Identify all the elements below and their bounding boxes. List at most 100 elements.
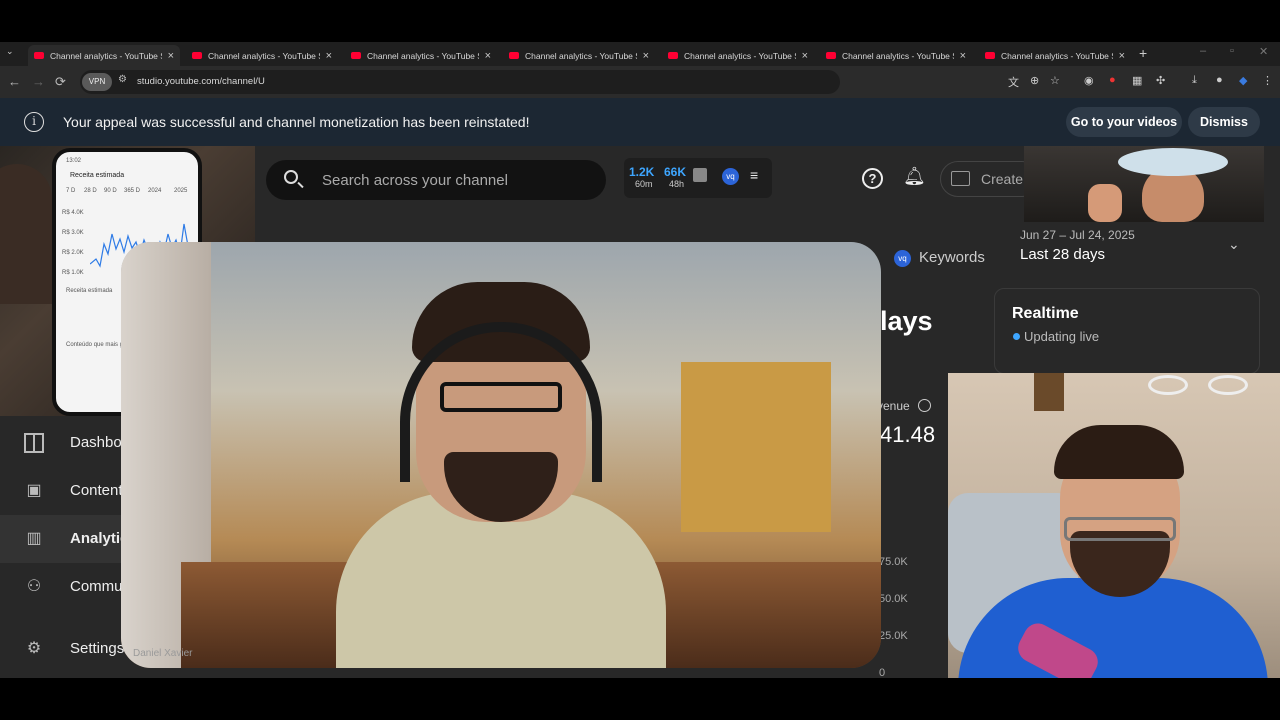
phone-y-tick: R$ 1.0K [62, 270, 84, 276]
tab-keywords[interactable]: vq Keywords [892, 244, 992, 272]
person-figure [0, 164, 52, 304]
browser-tab[interactable]: Channel analytics - YouTube Studio × [28, 45, 180, 66]
chevron-down-icon: ⌄ [1228, 236, 1240, 252]
dismiss-button[interactable]: Dismiss [1188, 107, 1260, 137]
help-icon[interactable]: ? [862, 168, 883, 189]
extension-icon[interactable]: ◉ [1084, 74, 1094, 87]
browser-tab[interactable]: Channel analytics - YouTube Studio × [186, 45, 338, 66]
go-to-videos-button[interactable]: Go to your videos [1066, 107, 1182, 137]
ring-light [1148, 375, 1188, 395]
vidiq-icon: vq [894, 250, 911, 267]
page-title: lays [880, 306, 933, 336]
realtime-status: Updating live [1024, 329, 1100, 344]
youtube-favicon-icon [509, 52, 519, 59]
star-icon[interactable]: ☆ [1050, 74, 1060, 87]
vidiq-icon[interactable]: vq [722, 168, 739, 185]
phone-y-tick: R$ 4.0K [62, 210, 84, 216]
browser-tab[interactable]: Channel analytics - YouTube Studio × [503, 45, 655, 66]
minimize-icon[interactable]: – [1200, 45, 1206, 57]
realtime-stats-widget[interactable]: 1.2K 60m 66K 48h vq ≡ [624, 158, 772, 198]
youtube-favicon-icon [351, 52, 361, 59]
maximize-icon[interactable]: ▫ [1230, 45, 1234, 57]
left-sidebar: Dashboard ▣ Content ▥ Analytics ⚇ Commun… [0, 416, 146, 678]
tab-title: Channel analytics - YouTube Studio [367, 50, 479, 61]
back-arrow-icon[interactable]: ← [8, 74, 21, 89]
bar-chart-icon[interactable] [693, 168, 707, 182]
close-tab-icon[interactable]: × [960, 50, 966, 62]
browser-tab[interactable]: Channel analytics - YouTube Studio × [662, 45, 814, 66]
search-input[interactable] [322, 168, 592, 192]
close-window-icon[interactable]: ✕ [1259, 45, 1268, 58]
main-webcam-video: Daniel Xavier [121, 242, 881, 668]
zoom-icon[interactable]: ⊕ [1030, 74, 1039, 87]
shield-icon[interactable]: ◆ [1239, 74, 1247, 87]
y-axis-tick: 75.0K [879, 556, 908, 568]
reload-icon[interactable]: ⟳ [55, 74, 66, 90]
create-video-icon [951, 171, 970, 186]
puzzle-icon[interactable]: ✣ [1156, 74, 1165, 87]
phone-range: 28 D [84, 188, 97, 194]
tab-title: Channel analytics - YouTube Studio [684, 50, 796, 61]
y-axis-tick: 0 [879, 667, 886, 679]
date-range-picker[interactable]: Jun 27 – Jul 24, 2025 Last 28 days ⌄ [1010, 224, 1260, 268]
extension-icon[interactable]: ● [1109, 74, 1116, 86]
search-bar[interactable] [266, 160, 606, 200]
close-tab-icon[interactable]: × [802, 50, 808, 62]
bell-icon[interactable]: 🔔︎ [903, 166, 926, 187]
site-info-icon[interactable]: ⚙ [118, 74, 127, 85]
tab-keywords-label: Keywords [919, 249, 985, 266]
realtime-card[interactable]: Realtime Updating live [994, 288, 1260, 374]
youtube-favicon-icon [192, 52, 202, 59]
url-text[interactable]: studio.youtube.com/channel/U [137, 76, 265, 87]
live-dot-icon [1013, 333, 1020, 340]
tab-search-chevron-icon[interactable]: ⌄ [6, 46, 14, 57]
content-icon: ▣ [26, 482, 42, 499]
tab-title: Channel analytics - YouTube Studio [50, 50, 162, 61]
top-right-webcam [1024, 146, 1264, 222]
vpn-badge[interactable]: VPN [82, 73, 112, 91]
monetization-banner: i Your appeal was successful and channel… [0, 98, 1280, 146]
views-value: 1.2K [629, 165, 655, 179]
sidebar-item-community[interactable]: ⚇ Community [0, 563, 146, 611]
new-tab-plus-icon[interactable]: + [1139, 45, 1147, 61]
sidebar-item-dashboard[interactable]: Dashboard [0, 419, 143, 467]
y-axis-tick: 25.0K [879, 630, 908, 642]
cowboy-hat [1118, 148, 1228, 176]
close-tab-icon[interactable]: × [485, 50, 491, 62]
translate-icon[interactable]: 文 [1008, 74, 1019, 90]
close-tab-icon[interactable]: × [168, 50, 174, 62]
browser-tab[interactable]: Channel analytics - YouTube Studio × [979, 45, 1131, 66]
create-label: Create [981, 171, 1024, 187]
sidebar-item-content[interactable]: ▣ Content [0, 467, 122, 515]
close-tab-icon[interactable]: × [326, 50, 332, 62]
youtube-favicon-icon [34, 52, 44, 59]
tab-title: Channel analytics - YouTube Studio [525, 50, 637, 61]
close-tab-icon[interactable]: × [1119, 50, 1125, 62]
sidebar-item-settings[interactable]: ⚙ Settings [0, 625, 125, 673]
tab-title: Channel analytics - YouTube Studio [208, 50, 320, 61]
close-tab-icon[interactable]: × [643, 50, 649, 62]
phone-range: 365 D [124, 188, 141, 194]
browser-tab[interactable]: Channel analytics - YouTube Studio × [820, 45, 972, 66]
sidebar-item-analytics[interactable]: ▥ Analytics [0, 515, 137, 563]
extension-icon[interactable]: ▦ [1132, 74, 1142, 87]
youtube-favicon-icon [985, 52, 995, 59]
sidebar-item-label: Settings [70, 640, 125, 657]
kebab-menu-icon[interactable]: ⋮ [1262, 74, 1273, 87]
browser-tab[interactable]: Channel analytics - YouTube Studio × [345, 45, 497, 66]
forward-arrow-icon[interactable]: → [32, 74, 45, 89]
clock-icon [918, 399, 931, 412]
hamburger-menu-icon[interactable]: ≡ [750, 167, 758, 183]
background-building [681, 362, 831, 532]
right-webcam [948, 373, 1280, 678]
revenue-metric-label: venue [877, 399, 910, 413]
date-range-text: Jun 27 – Jul 24, 2025 [1020, 228, 1135, 242]
views-period: 60m [635, 179, 653, 189]
phone-range: 2024 [148, 188, 162, 194]
tab-title: Channel analytics - YouTube Studio [842, 50, 954, 61]
waving-hand [1088, 184, 1122, 222]
phone-y-tick: R$ 3.0K [62, 230, 84, 236]
profile-icon[interactable]: ● [1216, 74, 1223, 86]
address-bar[interactable]: VPN ⚙ studio.youtube.com/channel/U [80, 70, 840, 94]
download-icon[interactable]: ⤓ [1192, 74, 1197, 87]
